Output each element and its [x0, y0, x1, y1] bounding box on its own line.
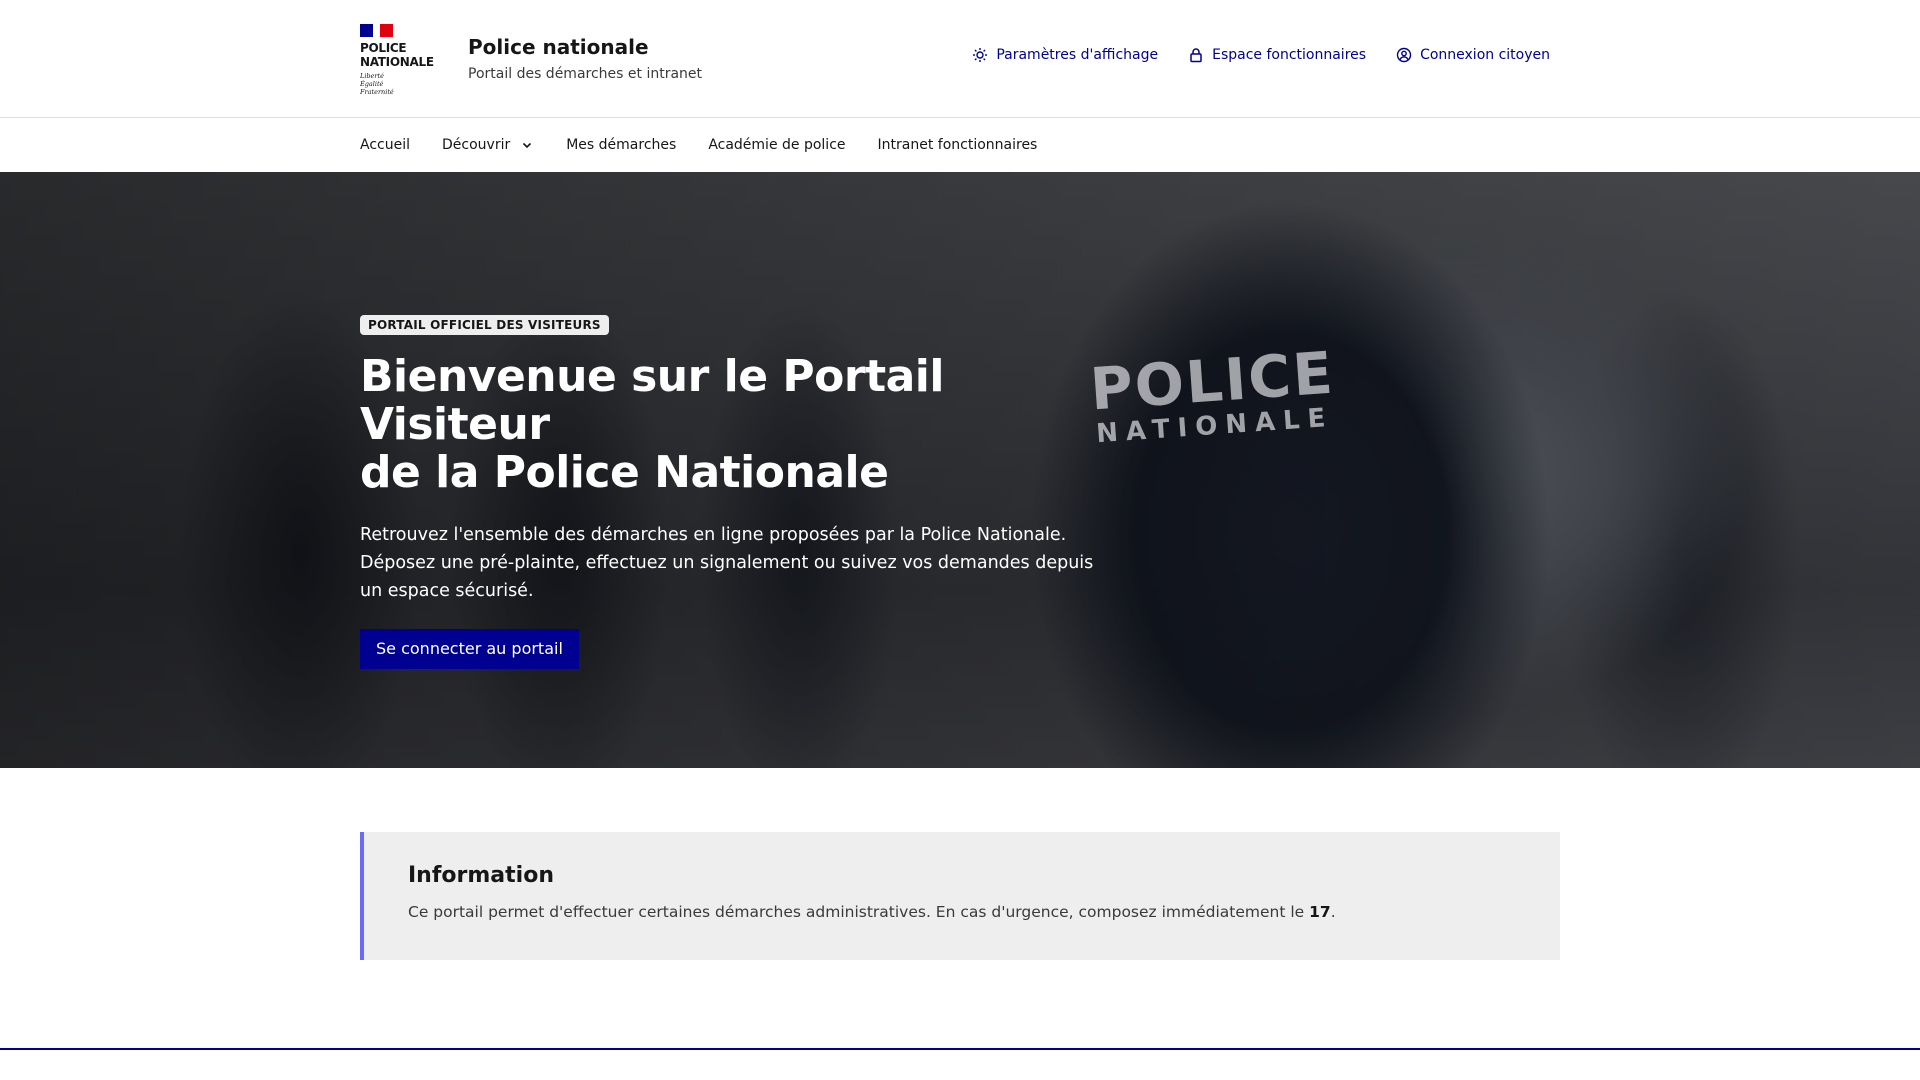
hero-content: PORTAIL OFFICIEL DES VISITEURS Bienvenue…: [360, 314, 1120, 669]
hero-description: Retrouvez l'ensemble des démarches en li…: [360, 525, 1094, 601]
display-settings-button[interactable]: Paramètres d'affichage: [972, 47, 1158, 63]
citizen-login-label: Connexion citoyen: [1420, 47, 1550, 63]
site-name: Police nationale: [468, 35, 649, 59]
nav-label: Découvrir: [442, 137, 511, 153]
nav-label: Intranet fonctionnaires: [877, 137, 1038, 153]
site-title[interactable]: Police nationale Portail des démarches e…: [468, 33, 702, 85]
hero-title-line2: de la Police Nationale: [360, 447, 889, 498]
footer-border: [0, 1048, 1920, 1050]
hero-banner: POLICE NATIONALE PORTAIL OFFICIEL DES VI…: [0, 172, 1920, 768]
nav-label: Mes démarches: [566, 137, 677, 153]
logo-motto: Liberté Égalité Fraternité: [360, 72, 435, 96]
nav-label: Académie de police: [708, 137, 846, 153]
user-circle-icon: [1396, 47, 1412, 63]
callout-title: Information: [408, 863, 554, 888]
login-portal-button[interactable]: Se connecter au portail: [360, 629, 579, 669]
motto-egalite: Égalité: [360, 80, 384, 88]
marianne-logo[interactable]: POLICE NATIONALE Liberté Égalité Fratern…: [360, 24, 435, 96]
chevron-down-icon: [523, 142, 532, 149]
main-nav: Accueil Découvrir Mes démarches Académie…: [0, 118, 1920, 172]
staff-space-link[interactable]: Espace fonctionnaires: [1188, 47, 1366, 63]
logo-line2: NATIONALE: [360, 55, 434, 69]
citizen-login-link[interactable]: Connexion citoyen: [1396, 47, 1550, 63]
french-flag-icon: [360, 24, 393, 37]
display-settings-label: Paramètres d'affichage: [996, 47, 1159, 63]
hero-title-line1: Bienvenue sur le Portail Visiteur: [360, 351, 944, 450]
motto-liberte: Liberté: [360, 72, 384, 80]
header-tools: Paramètres d'affichage Espace fonctionna…: [942, 47, 1550, 63]
lock-icon: [1190, 48, 1202, 63]
site-tagline: Portail des démarches et intranet: [468, 66, 703, 82]
nav-item-mes-demarches[interactable]: Mes démarches: [566, 137, 676, 153]
hero-image-police-text: POLICE NATIONALE: [1088, 339, 1337, 450]
callout-text-main: Ce portail permet d'effectuer certaines …: [408, 903, 1310, 921]
callout-text: Ce portail permet d'effectuer certaines …: [408, 900, 1560, 924]
logo-line1: POLICE: [360, 41, 407, 55]
site-header: POLICE NATIONALE Liberté Égalité Fratern…: [0, 0, 1920, 118]
nav-item-academie[interactable]: Académie de police: [708, 137, 845, 153]
staff-space-label: Espace fonctionnaires: [1212, 47, 1367, 63]
callout-text-end: .: [1330, 903, 1336, 921]
nav-item-decouvrir[interactable]: Découvrir: [442, 137, 534, 153]
motto-fraternite: Fraternité: [360, 88, 394, 96]
hero-title: Bienvenue sur le Portail Visiteur de la …: [360, 353, 1120, 497]
hero-badge: PORTAIL OFFICIEL DES VISITEURS: [360, 315, 609, 335]
nav-item-accueil[interactable]: Accueil: [360, 137, 410, 153]
nav-item-intranet[interactable]: Intranet fonctionnaires: [878, 137, 1038, 153]
nav-label: Accueil: [360, 137, 410, 153]
info-callout: Information Ce portail permet d'effectue…: [360, 832, 1560, 960]
emergency-number: 17: [1309, 903, 1331, 921]
sun-icon: [973, 48, 988, 62]
